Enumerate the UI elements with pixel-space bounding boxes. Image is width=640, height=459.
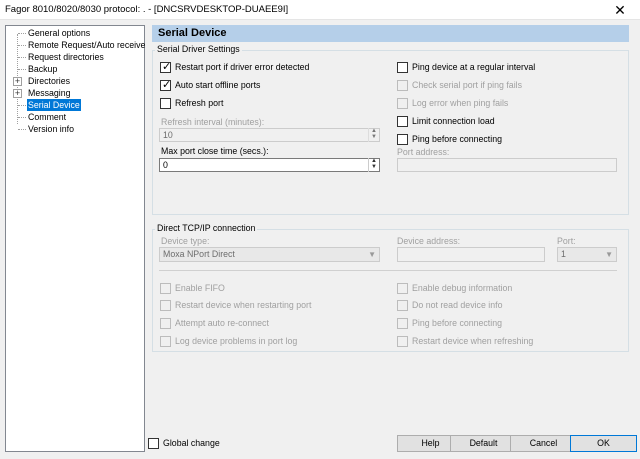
- chevron-down-icon: ▼: [605, 250, 613, 259]
- cancel-button[interactable]: Cancel: [510, 435, 577, 452]
- ok-button[interactable]: OK: [570, 435, 637, 452]
- checkbox-box: [397, 116, 408, 127]
- tree-connector: [18, 33, 26, 34]
- checkbox-box: ✓: [160, 61, 172, 73]
- checkbox-label: Ping before connecting: [412, 134, 502, 144]
- dropdown-value: Moxa NPort Direct: [163, 249, 235, 259]
- page-header: Serial Device: [152, 25, 629, 42]
- tcp-group-title: Direct TCP/IP connection: [155, 223, 258, 233]
- checkbox-label: Limit connection load: [412, 116, 495, 126]
- checkbox-box: [148, 438, 159, 449]
- checkbox-box: [160, 98, 171, 109]
- serial-driver-group-title: Serial Driver Settings: [155, 44, 242, 54]
- port-dropdown[interactable]: 1 ▼: [557, 247, 617, 262]
- checkbox-box: [160, 283, 171, 294]
- checkbox-label: Ping before connecting: [412, 318, 502, 328]
- checkbox-box: [397, 336, 408, 347]
- check-icon: ✓: [162, 79, 172, 91]
- max-close-label: Max port close time (secs.):: [161, 146, 269, 156]
- checkbox-box: [160, 318, 171, 329]
- expand-icon[interactable]: +: [13, 89, 22, 98]
- checkbox-box: [397, 62, 408, 73]
- checkbox-box: [397, 318, 408, 329]
- checkbox-box: [397, 134, 408, 145]
- checkbox-label: Ping device at a regular interval: [412, 62, 536, 72]
- port-label: Port:: [557, 236, 576, 246]
- refresh-interval-field[interactable]: 10: [159, 128, 380, 142]
- checkbox-label: Restart port if driver error detected: [175, 62, 310, 72]
- tree-item-label: General options: [28, 28, 91, 38]
- checkbox-box: [397, 80, 408, 91]
- device-address-label: Device address:: [397, 236, 461, 246]
- refresh-interval-label: Refresh interval (minutes):: [161, 117, 265, 127]
- chevron-down-icon: ▼: [368, 250, 376, 259]
- tree-connector: [18, 45, 26, 46]
- tree-connector: [18, 57, 26, 58]
- tree-connector: [18, 105, 26, 106]
- checkbox-label: Restart device when restarting port: [175, 300, 312, 310]
- checkbox-box: ✓: [160, 79, 172, 91]
- dropdown-value: 1: [561, 249, 566, 259]
- tree-item-label: Version info: [28, 124, 74, 134]
- tree-item-label: Remote Request/Auto receive: [28, 40, 146, 50]
- page-title: Serial Device: [158, 27, 227, 39]
- checkbox-label: Log error when ping fails: [412, 98, 509, 108]
- checkbox-box: [160, 336, 171, 347]
- checkbox-label: Global change: [163, 438, 220, 448]
- settings-tree[interactable]: General options Remote Request/Auto rece…: [5, 25, 145, 452]
- checkbox-box: [397, 98, 408, 109]
- max-close-spinner[interactable]: ▲ ▼: [368, 158, 379, 172]
- device-type-label: Device type:: [161, 236, 210, 246]
- checkbox-label: Enable FIFO: [175, 283, 225, 293]
- tree-connector: [18, 69, 26, 70]
- check-icon: ✓: [162, 61, 172, 73]
- tree-item-label: Messaging: [28, 88, 71, 98]
- title-bar: Fagor 8010/8020/8030 protocol: . - [DNCS…: [0, 0, 640, 20]
- checkbox-label: Restart device when refreshing: [412, 336, 534, 346]
- spin-down-icon[interactable]: ▼: [369, 134, 379, 140]
- checkbox-label: Enable debug information: [412, 283, 513, 293]
- device-type-dropdown[interactable]: Moxa NPort Direct ▼: [159, 247, 380, 262]
- spin-down-icon[interactable]: ▼: [369, 164, 379, 170]
- port-address-field[interactable]: [397, 158, 617, 172]
- tree-item-label: Request directories: [28, 52, 104, 62]
- tree-item-label: Comment: [28, 112, 67, 122]
- checkbox-label: Auto start offline ports: [175, 80, 261, 90]
- refresh-interval-spinner[interactable]: ▲ ▼: [368, 128, 379, 142]
- expand-icon[interactable]: +: [13, 77, 22, 86]
- tree-item-label: Directories: [28, 76, 71, 86]
- divider: [159, 270, 617, 271]
- port-address-label: Port address:: [397, 147, 450, 157]
- checkbox-label: Attempt auto re-connect: [175, 318, 269, 328]
- device-address-field[interactable]: [397, 247, 545, 262]
- max-close-field[interactable]: 0: [159, 158, 380, 172]
- tree-connector: [18, 117, 26, 118]
- checkbox-label: Refresh port: [175, 98, 224, 108]
- checkbox-label: Check serial port if ping fails: [412, 80, 523, 90]
- tree-connector: [18, 129, 26, 130]
- checkbox-box: [160, 300, 171, 311]
- tree-item-label: Serial Device: [27, 99, 81, 111]
- default-button[interactable]: Default: [450, 435, 517, 452]
- tree-item-label: Backup: [28, 64, 58, 74]
- close-icon[interactable]: ✕: [600, 0, 640, 20]
- checkbox-box: [397, 283, 408, 294]
- checkbox-box: [397, 300, 408, 311]
- checkbox-label: Do not read device info: [412, 300, 503, 310]
- window-title: Fagor 8010/8020/8030 protocol: . - [DNCS…: [5, 4, 289, 15]
- checkbox-label: Log device problems in port log: [175, 336, 298, 346]
